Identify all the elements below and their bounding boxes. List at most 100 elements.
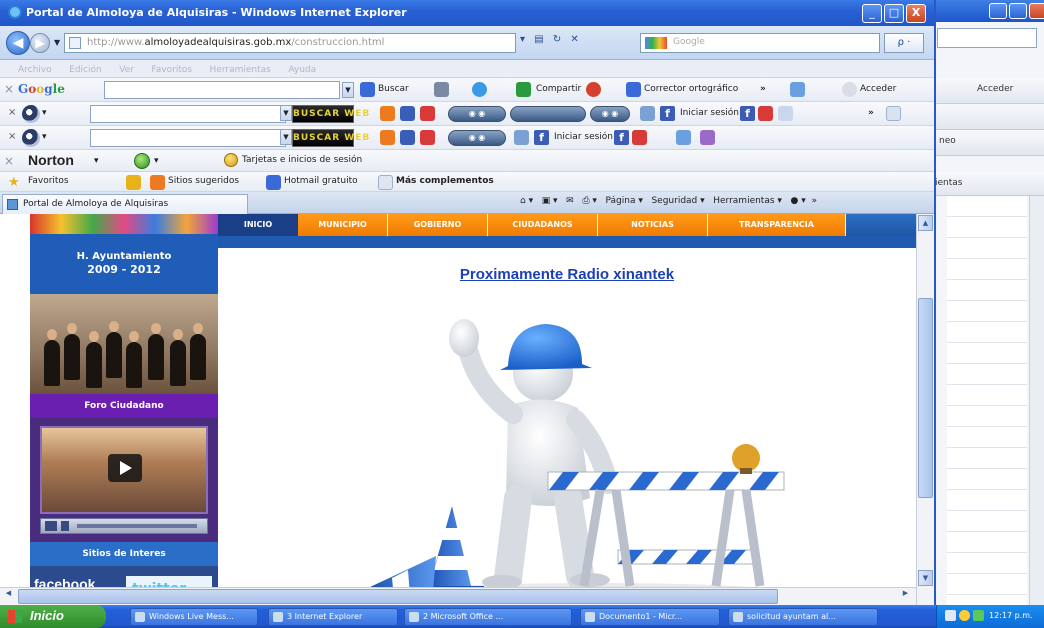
binoculars-icon[interactable]: [400, 130, 415, 145]
search-button[interactable]: ρ ·: [884, 33, 924, 53]
compartir-button[interactable]: Compartir: [536, 84, 581, 94]
maximize-button[interactable]: □: [884, 4, 904, 23]
weather-icon[interactable]: [420, 106, 435, 121]
hotmail-link[interactable]: Hotmail gratuito: [284, 176, 358, 186]
menu-herramientas[interactable]: Herramientas: [210, 65, 271, 75]
google-search-dropdown[interactable]: ▼: [342, 82, 354, 98]
iniciar-sesion-link[interactable]: Iniciar sesión: [680, 108, 739, 118]
pagina-menu[interactable]: Página: [606, 196, 636, 206]
task-office[interactable]: 2 Microsoft Office ...: [404, 608, 572, 626]
menu-archivo[interactable]: Archivo: [18, 65, 52, 75]
address-tools[interactable]: ▾ ▤ ↻ ✕: [520, 34, 582, 45]
search-input[interactable]: Google: [640, 33, 880, 53]
radio-player-button[interactable]: ◉ ◉: [448, 106, 506, 122]
vertical-scrollbar[interactable]: ▲ ▼: [916, 214, 934, 605]
seguridad-menu[interactable]: Seguridad: [651, 196, 697, 206]
buscar-web-dropdown[interactable]: ▼: [280, 129, 292, 145]
hotmail-icon[interactable]: [266, 175, 281, 190]
favoritos-button[interactable]: Favoritos: [28, 176, 69, 186]
nav-inicio[interactable]: INICIO: [218, 214, 298, 236]
close-button[interactable]: X: [906, 4, 926, 23]
scroll-right-icon[interactable]: ▶: [898, 589, 913, 604]
toolbar-grip-icon[interactable]: ×: [4, 154, 14, 168]
games-icon[interactable]: [380, 130, 395, 145]
radio-player-button[interactable]: ◉ ◉: [448, 130, 506, 146]
menu-edicion[interactable]: Edición: [69, 65, 102, 75]
facebook-icon[interactable]: f: [534, 130, 549, 145]
toolbar-close-icon[interactable]: ×: [8, 107, 16, 118]
buscar-web-input[interactable]: [90, 129, 286, 147]
mas-complementos-link[interactable]: Más complementos: [396, 176, 494, 186]
background-close-button[interactable]: [1029, 3, 1044, 19]
addon-icon[interactable]: [700, 130, 715, 145]
iniciar-sesion-link[interactable]: Iniciar sesión: [554, 132, 613, 142]
more-chevron-icon[interactable]: »: [760, 84, 766, 94]
spellcheck-button[interactable]: Corrector ortográfico: [644, 84, 738, 94]
start-button[interactable]: Inicio: [0, 605, 106, 628]
notes-icon[interactable]: [676, 130, 691, 145]
forward-button[interactable]: ▶: [30, 33, 50, 53]
sitios-de-interes-link[interactable]: Sitios de Interes: [30, 542, 218, 566]
window-titlebar[interactable]: Portal de Almoloya de Alquisiras - Windo…: [0, 0, 934, 26]
favorites-star-icon[interactable]: ★: [8, 175, 20, 190]
google-buscar-button[interactable]: Buscar: [378, 84, 409, 94]
toolbar-close-icon[interactable]: ×: [8, 131, 16, 142]
tray-network-icon[interactable]: [973, 610, 984, 621]
tray-language-icon[interactable]: [945, 610, 956, 621]
task-messenger[interactable]: Windows Live Mess...: [130, 608, 258, 626]
background-window-titlebar[interactable]: [931, 0, 1044, 22]
recent-pages-dropdown[interactable]: ▼: [54, 38, 60, 47]
sitios-sugeridos-link[interactable]: Sitios sugeridos: [168, 176, 239, 186]
nav-transparencia[interactable]: TRANSPARENCIA: [708, 214, 846, 236]
binoculars-icon[interactable]: [400, 106, 415, 121]
toolbar-grip-icon[interactable]: ×: [4, 82, 14, 96]
volume-icon[interactable]: [61, 521, 69, 531]
foro-ciudadano-link[interactable]: Foro Ciudadano: [30, 394, 218, 418]
task-internet-explorer[interactable]: 3 Internet Explorer: [268, 608, 398, 626]
toolbar-logo-dropdown[interactable]: ▾: [42, 132, 47, 142]
tarjetas-button[interactable]: Tarjetas e inicios de sesión: [242, 155, 362, 165]
horizontal-scrollbar[interactable]: ◀ ▶: [0, 587, 916, 605]
video-progress-bar[interactable]: [77, 524, 197, 528]
nav-gobierno[interactable]: GOBIERNO: [388, 214, 488, 236]
background-minimize-button[interactable]: [989, 3, 1007, 19]
play-icon[interactable]: [108, 454, 142, 482]
norton-safe-check-icon[interactable]: [134, 153, 150, 169]
feeds-icon[interactable]: ▣ ▾: [542, 196, 558, 206]
games-icon[interactable]: [380, 106, 395, 121]
acceder-button[interactable]: Acceder: [860, 84, 896, 94]
nav-ciudadanos[interactable]: CIUDADANOS: [488, 214, 598, 236]
spellcheck-icon[interactable]: [626, 82, 641, 97]
address-bar[interactable]: http://www.almoloyadealquisiras.gob.mx/c…: [64, 33, 516, 53]
horizontal-scroll-thumb[interactable]: [18, 589, 778, 604]
coming-soon-heading[interactable]: Proximamente Radio xinantek: [218, 266, 916, 283]
more-chevron-icon[interactable]: »: [868, 108, 874, 118]
google-search-icon[interactable]: [360, 82, 375, 97]
background-menu-partial[interactable]: neo: [939, 136, 956, 146]
facebook-share-icon[interactable]: f: [740, 106, 755, 121]
radio-controls[interactable]: ◉ ◉: [590, 106, 630, 122]
tab-portal[interactable]: Portal de Almoloya de Alquisiras: [2, 194, 248, 214]
scroll-down-icon[interactable]: ▼: [918, 570, 933, 586]
weather-icon[interactable]: [420, 130, 435, 145]
radio-station-select[interactable]: [510, 106, 586, 122]
buscar-web-button[interactable]: BUSCAR WEB: [292, 129, 369, 147]
google-search-input[interactable]: [104, 81, 340, 99]
addons-icon[interactable]: [378, 175, 393, 190]
toolbar-logo-dropdown[interactable]: ▾: [42, 108, 47, 118]
play-control-icon[interactable]: [45, 521, 57, 531]
background-address-bar[interactable]: [937, 28, 1037, 48]
help-icon[interactable]: ● ▾: [791, 196, 806, 206]
sidewiki-icon[interactable]: [586, 82, 601, 97]
norton-safe-dropdown[interactable]: ▾: [154, 156, 159, 166]
vertical-scroll-thumb[interactable]: [918, 298, 933, 498]
mail-icon[interactable]: ✉: [566, 196, 574, 206]
scroll-left-icon[interactable]: ◀: [1, 589, 16, 604]
menu-ver[interactable]: Ver: [119, 65, 134, 75]
wrench-icon[interactable]: [790, 82, 805, 97]
back-button[interactable]: ◀: [6, 31, 30, 55]
home-icon[interactable]: ⌂ ▾: [520, 196, 533, 206]
video-controls[interactable]: [40, 518, 208, 534]
nav-municipio[interactable]: MUNICIPIO: [298, 214, 388, 236]
share-icon[interactable]: [516, 82, 531, 97]
